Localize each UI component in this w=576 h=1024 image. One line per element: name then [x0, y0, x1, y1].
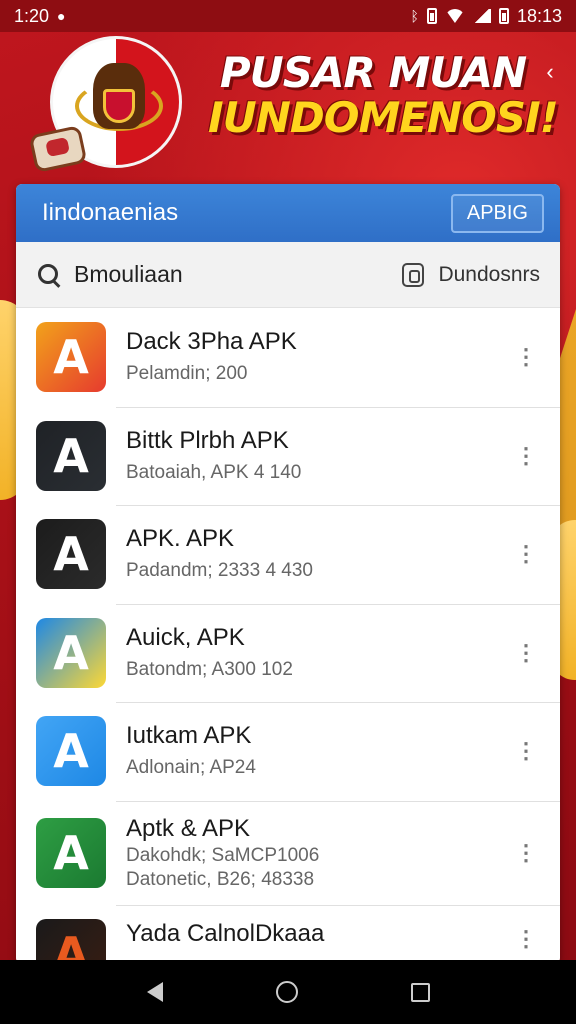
app-icon[interactable]: A [36, 519, 106, 590]
app-icon-letter: A [53, 926, 89, 965]
app-icon[interactable]: A [36, 716, 106, 787]
downloads-button[interactable]: Dundosnrs [402, 262, 540, 287]
app-subtitle: Batondm; A300 102 [126, 658, 293, 680]
back-icon[interactable] [146, 982, 163, 1002]
app-subtitle: Adlonain; AP24 [126, 757, 256, 779]
app-icon[interactable]: A [36, 420, 106, 491]
app-icon-letter: A [53, 428, 89, 483]
app-icon-letter: A [53, 330, 89, 385]
app-icon-letter: A [53, 825, 89, 880]
app-subtitle: Pelamdin; 200 [126, 363, 248, 385]
app-name: Iutkam APK [126, 722, 252, 750]
status-time-right: 18:13 [516, 5, 562, 26]
wifi-icon [444, 9, 465, 23]
apk-button[interactable]: APBIG [450, 193, 544, 233]
list-item[interactable]: A Aptk & APK Dakohdk; SaMCP1006 Datoneti… [16, 800, 560, 905]
app-subtitle: Dakohdk; SaMCP1006 [126, 844, 320, 866]
app-icon-letter: A [53, 625, 89, 680]
more-options-icon[interactable]: ⋮ [506, 436, 546, 476]
list-item[interactable]: A Dack 3Pha APK Pelamdin; 200 ⋮ [16, 308, 560, 407]
app-icon[interactable]: A [36, 617, 106, 688]
share-icon[interactable]: ‹ [538, 60, 562, 84]
more-options-icon[interactable]: ⋮ [506, 534, 546, 574]
battery-small-icon [426, 8, 437, 24]
more-options-icon[interactable]: ⋮ [506, 919, 546, 959]
banner-headline: PUSAR MUAN IUNDOMENOSI! [208, 48, 559, 143]
search-bar[interactable]: Bmouliaan Dundosnrs [16, 242, 560, 308]
search-label[interactable]: Bmouliaan [74, 261, 183, 288]
banner-headline-line2: IUNDOMENOSI! [208, 93, 559, 143]
more-options-icon[interactable]: ⋮ [506, 337, 546, 377]
status-time-left: 1:20 [14, 5, 50, 26]
list-item[interactable]: A Iutkam APK Adlonain; AP24 ⋮ [16, 702, 560, 801]
android-notification-icon: ● [57, 8, 66, 24]
more-options-icon[interactable]: ⋮ [506, 833, 546, 873]
more-options-icon[interactable]: ⋮ [506, 731, 546, 771]
battery-icon [498, 8, 509, 24]
recents-icon[interactable] [410, 982, 430, 1002]
list-item[interactable]: A Yada CalnolDkaaa ⋮ [16, 904, 560, 965]
app-name: Dack 3Pha APK [126, 328, 297, 356]
signal-icon [472, 9, 491, 23]
app-name: Auick, APK [126, 623, 245, 651]
download-icon[interactable] [402, 262, 425, 287]
status-bar: 1:20 ● ᛒ 18:13 [0, 0, 576, 32]
downloads-label[interactable]: Dundosnrs [438, 263, 540, 287]
app-name: Aptk & APK [126, 814, 251, 842]
badge-icon [28, 125, 88, 173]
app-subtitle: Batoaiah, APK 4 140 [126, 461, 302, 483]
app-icon[interactable]: A [36, 817, 106, 888]
app-name: Yada CalnolDkaaa [126, 919, 325, 947]
list-item[interactable]: A Bittk Plrbh APK Batoaiah, APK 4 140 ⋮ [16, 406, 560, 506]
card-header: Iindonaenias APBIG [16, 184, 560, 242]
card-title: Iindonaenias [42, 199, 179, 226]
app-subtitle: Padandm; 2333 4 430 [126, 560, 313, 582]
app-icon[interactable]: A [36, 322, 106, 393]
list-item[interactable]: A Auick, APK Batondm; A300 102 ⋮ [16, 603, 560, 703]
app-icon-letter: A [53, 724, 89, 779]
more-options-icon[interactable]: ⋮ [506, 633, 546, 673]
app-list: A Dack 3Pha APK Pelamdin; 200 ⋮ A Bittk … [16, 308, 560, 964]
app-subtitle-secondary: Datonetic, B26; 48338 [126, 868, 315, 890]
app-list-card: Iindonaenias APBIG Bmouliaan Dundosnrs A… [16, 184, 560, 964]
home-icon[interactable] [275, 981, 298, 1003]
app-name: Bittk Plrbh APK [126, 426, 289, 454]
app-icon[interactable]: A [36, 918, 106, 965]
navigation-bar [0, 960, 576, 1024]
search-icon[interactable] [38, 263, 60, 286]
banner-headline-line1: PUSAR MUAN [219, 48, 527, 97]
list-item[interactable]: A APK. APK Padandm; 2333 4 430 ⋮ [16, 505, 560, 604]
bluetooth-icon: ᛒ [410, 8, 419, 24]
promo-banner[interactable]: PUSAR MUAN IUNDOMENOSI! ‹ [0, 32, 576, 180]
app-icon-letter: A [53, 527, 89, 582]
app-name: APK. APK [126, 525, 235, 553]
